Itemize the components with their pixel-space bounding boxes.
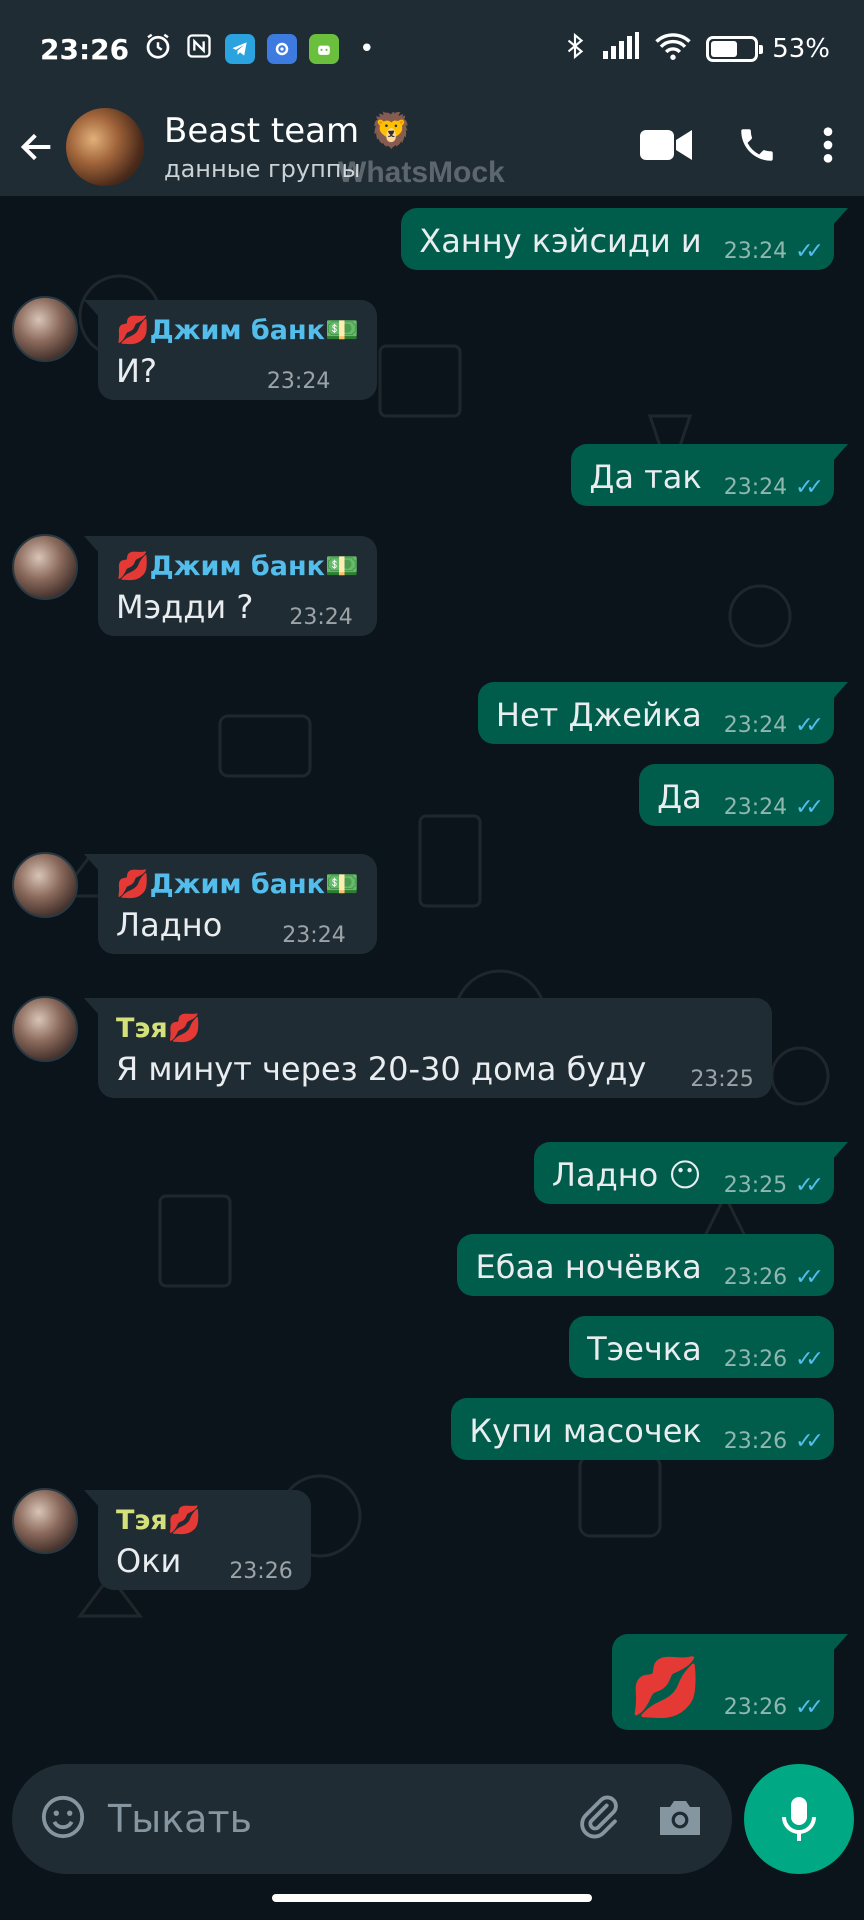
more-options-button[interactable] bbox=[822, 125, 834, 169]
message-time: 23:25 bbox=[690, 1067, 754, 1092]
message-outgoing[interactable]: Ладно 😶 23:25 ✓✓ bbox=[533, 1142, 849, 1204]
message-outgoing[interactable]: Тэечка 23:26 ✓✓ bbox=[569, 1316, 834, 1378]
message-time: 23:24 bbox=[266, 369, 331, 394]
avatar[interactable] bbox=[12, 296, 78, 362]
read-ticks-icon: ✓✓ bbox=[795, 475, 824, 500]
message-time: 23:26 bbox=[723, 1695, 788, 1720]
nfc-icon bbox=[185, 32, 213, 67]
message-time: 23:26 bbox=[723, 1265, 788, 1290]
message-incoming[interactable]: 💋Джим банк💵 Ладно 23:24 bbox=[84, 854, 377, 954]
message-text: И? bbox=[116, 352, 157, 390]
arrow-left-icon bbox=[20, 133, 51, 161]
dot-icon: • bbox=[359, 34, 375, 64]
message-text: Я минут через 20-30 дома буду bbox=[116, 1050, 647, 1088]
read-ticks-icon: ✓✓ bbox=[795, 239, 824, 264]
message-list[interactable]: Ханну кэйсиди и 23:24 ✓✓ 💋Джим банк💵 И? 2… bbox=[0, 196, 864, 1756]
message-outgoing[interactable]: Нет Джейка 23:24 ✓✓ bbox=[477, 682, 849, 744]
microphone-icon bbox=[782, 1797, 816, 1841]
read-ticks-icon: ✓✓ bbox=[795, 1347, 824, 1372]
avatar[interactable] bbox=[12, 534, 78, 600]
message-composer: Тыкать bbox=[12, 1764, 732, 1874]
read-ticks-icon: ✓✓ bbox=[795, 1173, 824, 1198]
message-incoming[interactable]: Тэя💋 Оки 23:26 bbox=[84, 1490, 311, 1590]
system-nav-bar bbox=[0, 1880, 864, 1920]
message-time: 23:24 bbox=[282, 923, 346, 948]
message-outgoing[interactable]: Да 23:24 ✓✓ bbox=[639, 764, 834, 826]
wifi-icon bbox=[654, 31, 692, 68]
camera-button[interactable] bbox=[656, 1795, 704, 1843]
message-input[interactable]: Тыкать bbox=[108, 1797, 252, 1841]
message-text: Ладно 😶 bbox=[551, 1156, 702, 1194]
message-incoming[interactable]: 💋Джим банк💵 И? 23:24 bbox=[84, 300, 377, 400]
sender-name[interactable]: 💋Джим банк💵 bbox=[116, 550, 359, 582]
message-outgoing[interactable]: Да так 23:24 ✓✓ bbox=[571, 444, 848, 506]
emoji-icon bbox=[41, 1795, 85, 1839]
kebab-menu-icon bbox=[823, 127, 833, 163]
message-time: 23:24 bbox=[289, 605, 353, 630]
message-text: Ебаа ночёвка bbox=[475, 1248, 702, 1286]
message-outgoing[interactable]: Купи масочек 23:26 ✓✓ bbox=[451, 1398, 834, 1460]
sender-name[interactable]: Тэя💋 bbox=[116, 1012, 754, 1044]
alarm-icon bbox=[143, 31, 173, 68]
video-camera-icon bbox=[640, 130, 692, 160]
message-time: 23:24 bbox=[723, 475, 788, 500]
message-time: 23:24 bbox=[723, 795, 788, 820]
battery-icon bbox=[706, 36, 764, 62]
battery-percent: 53% bbox=[772, 34, 830, 64]
emoji-button[interactable] bbox=[40, 1794, 86, 1844]
android-app-icon bbox=[309, 34, 340, 64]
paperclip-icon bbox=[580, 1795, 618, 1839]
read-ticks-icon: ✓✓ bbox=[795, 1695, 824, 1720]
message-outgoing[interactable]: 💋 23:26 ✓✓ bbox=[611, 1634, 848, 1730]
message-time: 23:26 bbox=[723, 1429, 788, 1454]
read-ticks-icon: ✓✓ bbox=[795, 1265, 824, 1290]
sender-name[interactable]: Тэя💋 bbox=[116, 1504, 293, 1536]
group-name: Beast team 🦁 bbox=[164, 111, 413, 151]
message-text: Купи масочек bbox=[469, 1412, 702, 1450]
message-text: Ладно bbox=[116, 906, 223, 944]
message-time: 23:24 bbox=[723, 239, 788, 264]
message-text: Да так bbox=[589, 458, 702, 496]
avatar[interactable] bbox=[12, 852, 78, 918]
message-outgoing[interactable]: Ебаа ночёвка 23:26 ✓✓ bbox=[457, 1234, 834, 1296]
signal-icon bbox=[602, 31, 640, 68]
message-text: Тэечка bbox=[587, 1330, 702, 1368]
message-outgoing[interactable]: Ханну кэйсиди и 23:24 ✓✓ bbox=[401, 208, 848, 270]
sender-name[interactable]: 💋Джим банк💵 bbox=[116, 868, 359, 900]
camera-icon bbox=[660, 1801, 700, 1835]
voice-call-button[interactable] bbox=[736, 124, 778, 170]
back-button[interactable] bbox=[0, 98, 74, 196]
attach-button[interactable] bbox=[576, 1794, 622, 1844]
message-incoming[interactable]: 💋Джим банк💵 Мэдди ? 23:24 bbox=[84, 536, 377, 636]
status-time: 23:26 bbox=[40, 32, 130, 66]
message-time: 23:26 bbox=[229, 1559, 293, 1584]
video-call-button[interactable] bbox=[640, 128, 692, 166]
message-emoji: 💋 bbox=[629, 1653, 702, 1721]
message-time: 23:25 bbox=[723, 1173, 788, 1198]
message-text: Мэдди ? bbox=[116, 588, 254, 626]
settings-app-icon bbox=[267, 34, 298, 64]
telegram-icon bbox=[225, 34, 256, 64]
message-text: Оки bbox=[116, 1542, 182, 1580]
message-text: Нет Джейка bbox=[495, 696, 702, 734]
home-indicator[interactable] bbox=[272, 1894, 592, 1902]
bluetooth-icon bbox=[562, 30, 588, 69]
voice-record-button[interactable] bbox=[744, 1764, 854, 1874]
read-ticks-icon: ✓✓ bbox=[795, 713, 824, 738]
read-ticks-icon: ✓✓ bbox=[795, 1429, 824, 1454]
phone-icon bbox=[741, 129, 773, 161]
watermark: WhatsMock bbox=[338, 156, 505, 189]
group-avatar[interactable] bbox=[66, 108, 144, 186]
message-incoming[interactable]: Тэя💋 Я минут через 20-30 дома буду 23:25 bbox=[84, 998, 772, 1098]
message-text: Ханну кэйсиди и bbox=[419, 222, 702, 260]
status-bar: 23:26 • 53% bbox=[0, 0, 864, 98]
message-time: 23:24 bbox=[723, 713, 788, 738]
avatar[interactable] bbox=[12, 1488, 78, 1554]
message-text: Да bbox=[657, 778, 702, 816]
message-time: 23:26 bbox=[723, 1347, 788, 1372]
avatar[interactable] bbox=[12, 996, 78, 1062]
read-ticks-icon: ✓✓ bbox=[795, 795, 824, 820]
sender-name[interactable]: 💋Джим банк💵 bbox=[116, 314, 359, 346]
